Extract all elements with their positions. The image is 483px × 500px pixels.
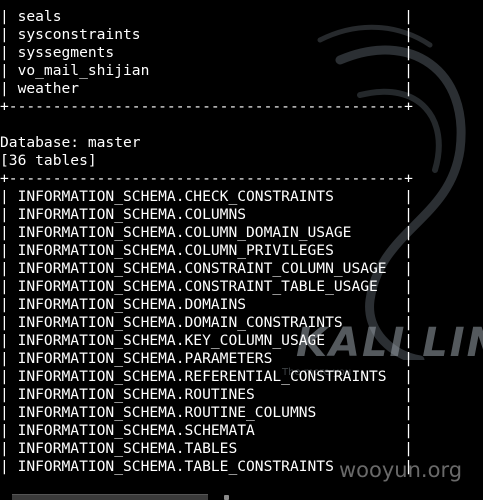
terminal-line: | syssegments | <box>0 44 413 61</box>
terminal-window[interactable]: KALI LIN The more you | seals | | syscons… <box>0 0 483 500</box>
terminal-line: | INFORMATION_SCHEMA.COLUMNS | <box>0 206 413 223</box>
terminal-line: [36 tables] <box>0 152 97 169</box>
terminal-line: | INFORMATION_SCHEMA.DOMAINS | <box>0 296 413 313</box>
terminal-line: | seals | <box>0 8 413 25</box>
terminal-line: | INFORMATION_SCHEMA.TABLES | <box>0 440 413 457</box>
terminal-line: Database: master <box>0 134 141 151</box>
terminal-line: +---------------------------------------… <box>0 170 413 187</box>
terminal-output: | seals | | sysconstraints | | syssegments… <box>0 8 413 476</box>
terminal-line: | INFORMATION_SCHEMA.ROUTINE_COLUMNS | <box>0 404 413 421</box>
terminal-line: | INFORMATION_SCHEMA.TABLE_CONSTRAINTS | <box>0 458 413 475</box>
terminal-line: | INFORMATION_SCHEMA.SCHEMATA | <box>0 422 413 439</box>
taskbar-indicator <box>224 495 229 500</box>
terminal-line: | INFORMATION_SCHEMA.CONSTRAINT_COLUMN_U… <box>0 260 413 277</box>
terminal-line: | INFORMATION_SCHEMA.COLUMN_DOMAIN_USAGE… <box>0 224 413 241</box>
terminal-line: | INFORMATION_SCHEMA.PARAMETERS | <box>0 350 413 367</box>
terminal-line: +---------------------------------------… <box>0 98 413 115</box>
terminal-line: | sysconstraints | <box>0 26 413 43</box>
terminal-line: | INFORMATION_SCHEMA.KEY_COLUMN_USAGE | <box>0 332 413 349</box>
terminal-line: | INFORMATION_SCHEMA.ROUTINES | <box>0 386 413 403</box>
taskbar-strip <box>12 494 208 500</box>
terminal-line: | INFORMATION_SCHEMA.COLUMN_PRIVILEGES | <box>0 242 413 259</box>
terminal-line: | INFORMATION_SCHEMA.CHECK_CONSTRAINTS | <box>0 188 413 205</box>
terminal-line: | INFORMATION_SCHEMA.DOMAIN_CONSTRAINTS … <box>0 314 413 331</box>
terminal-line: | INFORMATION_SCHEMA.CONSTRAINT_TABLE_US… <box>0 278 413 295</box>
terminal-line: | weather | <box>0 80 413 97</box>
terminal-line: | INFORMATION_SCHEMA.REFERENTIAL_CONSTRA… <box>0 368 413 385</box>
terminal-line: | vo_mail_shijian | <box>0 62 413 79</box>
